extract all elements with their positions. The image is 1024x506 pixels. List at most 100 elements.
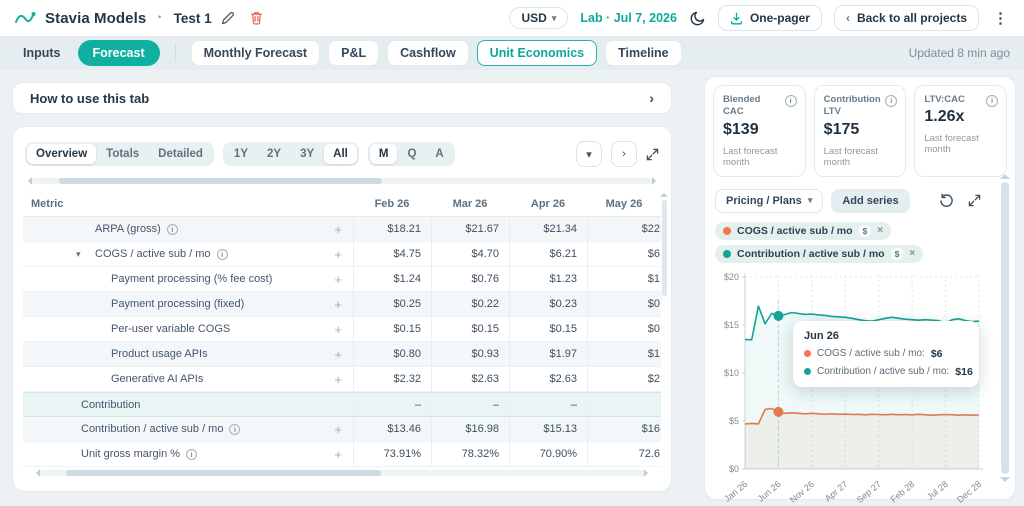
table-row[interactable]: Contribution / active sub / mo i + $13.4… (23, 417, 661, 442)
scroll-up-icon[interactable] (1000, 169, 1010, 179)
scroll-down-icon[interactable] (1000, 477, 1010, 487)
horizontal-scrollbar-top[interactable] (28, 177, 656, 185)
metric-value: $2.63 (431, 367, 509, 391)
next-button[interactable]: › (611, 141, 637, 167)
add-assumption-icon[interactable]: + (334, 247, 342, 262)
remove-series-icon[interactable]: × (877, 225, 883, 236)
range-2y[interactable]: 2Y (258, 144, 290, 164)
svg-text:$15: $15 (724, 320, 739, 330)
back-label: Back to all projects (856, 11, 967, 25)
svg-text:Jul 28: Jul 28 (925, 479, 950, 502)
vertical-scrollbar-panel[interactable] (1000, 169, 1010, 487)
table-row[interactable]: ▾ COGS / active sub / mo i + $4.75 $4.70… (23, 242, 661, 267)
horizontal-scrollbar-bottom[interactable] (36, 469, 648, 477)
view-totals[interactable]: Totals (97, 144, 148, 164)
one-pager-button[interactable]: One-pager (717, 5, 822, 31)
scroll-left-icon[interactable] (32, 469, 40, 477)
vertical-scrollbar-table[interactable] (660, 189, 668, 296)
left-column: How to use this tab › Overview Totals De… (12, 76, 672, 500)
subtab-unit-economics[interactable]: Unit Economics (476, 40, 598, 66)
tab-forecast[interactable]: Forecast (77, 40, 160, 66)
add-assumption-icon[interactable]: + (334, 372, 342, 387)
caret-down-icon[interactable]: ▾ (76, 249, 92, 260)
table-row[interactable]: Generative AI APIs + $2.32 $2.63 $2.63 $… (23, 367, 661, 392)
tab-inputs[interactable]: Inputs (14, 46, 70, 60)
table-controls: Overview Totals Detailed 1Y 2Y 3Y All M … (25, 141, 659, 167)
table-row[interactable]: ARPA (gross) i + $18.21 $21.67 $21.34 $2… (23, 217, 661, 242)
add-assumption-icon[interactable]: + (334, 322, 342, 337)
info-icon[interactable]: i (229, 423, 241, 435)
unit-economics-chart[interactable]: Jan 26 Jun 26 Nov 26 Apr 27 Sep 27 Feb 28 Jul … (715, 269, 991, 506)
granularity-annual[interactable]: A (426, 144, 452, 164)
back-to-projects-button[interactable]: ‹ Back to all projects (833, 5, 979, 31)
expand-table-icon[interactable] (646, 148, 659, 161)
how-to-use-bar[interactable]: How to use this tab › (12, 82, 672, 114)
view-overview[interactable]: Overview (27, 144, 97, 164)
granularity-quarterly[interactable]: Q (398, 144, 425, 164)
scroll-up-icon[interactable] (660, 189, 668, 197)
kpi-ltv-cac: LTV:CAC i 1.26x Last forecast month (914, 85, 1008, 177)
tooltip-label: COGS / active sub / mo: (817, 348, 925, 360)
view-detailed[interactable]: Detailed (149, 144, 212, 164)
granularity-monthly[interactable]: M (369, 144, 398, 164)
chevron-left-icon: ‹ (845, 11, 850, 25)
scrollbar-thumb[interactable] (58, 178, 383, 184)
add-assumption-icon[interactable]: + (334, 222, 342, 237)
metric-value: $0.15 (509, 317, 587, 341)
line-chart[interactable]: Jan 26 Jun 26 Nov 26 Apr 27 Sep 27 Feb 28 Jul … (715, 269, 991, 506)
add-assumption-icon[interactable]: + (334, 272, 342, 287)
expand-chart-icon[interactable] (968, 194, 981, 207)
series-chip[interactable]: Contribution / active sub / mo $ × (715, 244, 924, 263)
currency-dropdown[interactable]: USD ▾ (509, 7, 569, 29)
scroll-right-icon[interactable] (652, 177, 660, 185)
column-header-month: May 26 (605, 197, 643, 210)
dataset-dropdown[interactable]: Pricing / Plans ▾ (715, 188, 824, 213)
scrollbar-thumb[interactable] (66, 470, 382, 476)
metric-value: $1.97 (509, 342, 587, 366)
add-assumption-icon[interactable]: + (334, 447, 342, 462)
info-icon[interactable]: i (216, 248, 228, 260)
add-assumption-icon[interactable]: + (334, 347, 342, 362)
table-row[interactable]: Payment processing (% fee cost) + $1.24 … (23, 267, 661, 292)
dark-mode-moon-icon[interactable] (689, 10, 706, 27)
lab-date-label[interactable]: Lab · Jul 7, 2026 (580, 11, 677, 25)
edit-project-icon[interactable] (221, 11, 235, 25)
scroll-right-icon[interactable] (644, 469, 652, 477)
metric-label: ARPA (gross) (95, 223, 161, 235)
collapse-button[interactable]: ▾ (576, 141, 602, 167)
table-row[interactable]: Payment processing (fixed) + $0.25 $0.22… (23, 292, 661, 317)
delete-project-icon[interactable] (250, 11, 263, 25)
add-series-button[interactable]: Add series (831, 188, 910, 213)
add-assumption-icon[interactable]: + (334, 297, 342, 312)
table-row[interactable]: Contribution – – – (23, 392, 661, 417)
scrollbar-thumb[interactable] (1001, 182, 1009, 474)
add-assumption-icon[interactable]: + (334, 422, 342, 437)
subtab-pnl[interactable]: P&L (328, 40, 380, 66)
series-color-dot (723, 249, 731, 258)
metric-value: $4.70 (431, 242, 509, 266)
series-chip[interactable]: COGS / active sub / mo $ × (715, 221, 892, 240)
series-chips: COGS / active sub / mo $ × Contribution / a… (715, 221, 1005, 263)
table-row[interactable]: Unit gross margin % i + 73.91% 78.32% 70… (23, 442, 661, 467)
more-options-icon[interactable]: ⋮ (991, 9, 1010, 27)
range-1y[interactable]: 1Y (225, 144, 257, 164)
subtab-monthly-forecast[interactable]: Monthly Forecast (190, 40, 321, 66)
top-bar: Stavia Models · Test 1 USD ▾ Lab · Jul 7… (0, 0, 1024, 36)
table-row[interactable]: Product usage APIs + $0.80 $0.93 $1.97 $… (23, 342, 661, 367)
series-dot (804, 368, 811, 376)
svg-text:$10: $10 (724, 368, 739, 378)
range-all[interactable]: All (324, 144, 357, 164)
info-icon[interactable]: i (186, 448, 198, 460)
info-icon[interactable]: i (986, 95, 999, 107)
reset-chart-icon[interactable] (939, 193, 954, 208)
subtab-cashflow[interactable]: Cashflow (387, 40, 469, 66)
scroll-left-icon[interactable] (24, 177, 32, 185)
subtab-timeline[interactable]: Timeline (605, 40, 682, 66)
range-3y[interactable]: 3Y (291, 144, 323, 164)
remove-series-icon[interactable]: × (909, 248, 915, 259)
table-row[interactable]: Per-user variable COGS + $0.15 $0.15 $0.… (23, 317, 661, 342)
info-icon[interactable]: i (784, 95, 797, 107)
scrollbar-thumb[interactable] (661, 200, 667, 296)
info-icon[interactable]: i (166, 223, 178, 235)
info-icon[interactable]: i (885, 95, 898, 107)
